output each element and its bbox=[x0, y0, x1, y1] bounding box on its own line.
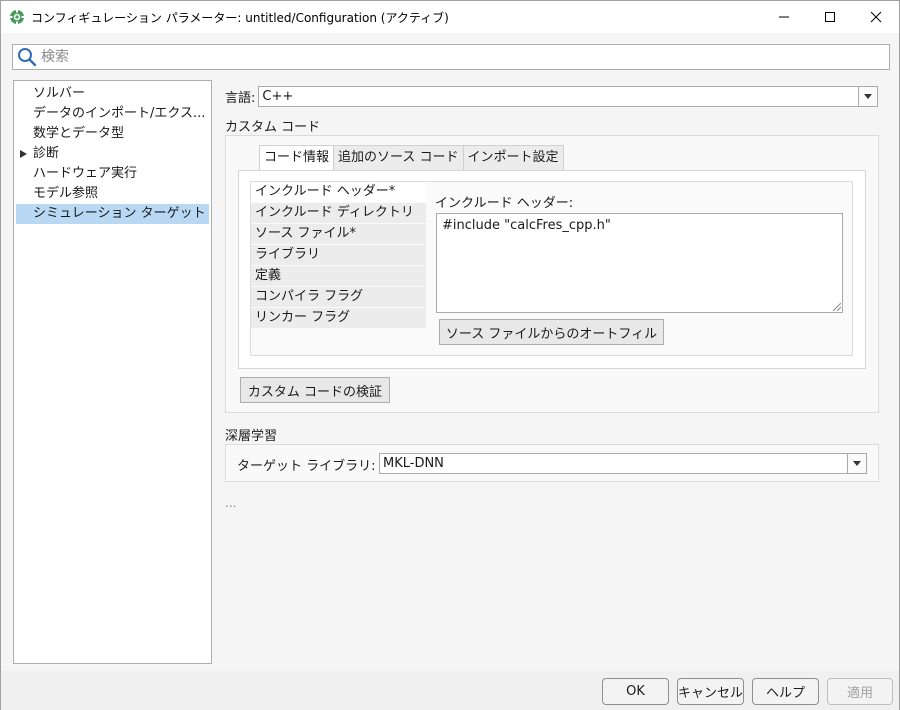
tree-item-label: ソルバー bbox=[33, 86, 86, 101]
list-item-source-files[interactable]: ソース ファイル* bbox=[251, 224, 426, 245]
window-controls bbox=[761, 1, 899, 33]
ok-button[interactable]: OK bbox=[602, 678, 669, 705]
window-title: コンフィギュレーション パラメーター: untitled/Configurati… bbox=[31, 10, 449, 25]
chevron-down-icon bbox=[853, 461, 861, 466]
close-button[interactable] bbox=[853, 1, 899, 33]
target-library-dropdown[interactable]: MKL-DNN bbox=[379, 453, 867, 474]
target-library-label: ターゲット ライブラリ: bbox=[237, 459, 376, 474]
tree-item-data-import-export[interactable]: データのインポート/エクス... bbox=[16, 104, 209, 124]
validate-custom-code-button[interactable]: カスタム コードの検証 bbox=[240, 377, 390, 403]
tab-panel: インクルード ヘッダー* インクルード ディレクトリ ソース ファイル* ライブ… bbox=[238, 170, 866, 369]
expand-arrow-icon[interactable] bbox=[20, 150, 27, 158]
chevron-down-icon bbox=[864, 93, 873, 99]
deep-learning-title: 深層学習 bbox=[225, 429, 278, 444]
maximize-icon bbox=[825, 12, 835, 22]
include-header-label: インクルード ヘッダー: bbox=[435, 196, 574, 211]
config-dialog: コンフィギュレーション パラメーター: untitled/Configurati… bbox=[0, 0, 900, 710]
tree-item-simulation-target[interactable]: シミュレーション ターゲット bbox=[16, 204, 209, 224]
include-header-textarea[interactable]: #include "calcFres_cpp.h" bbox=[436, 213, 843, 313]
maximize-button[interactable] bbox=[807, 1, 853, 33]
tree-item-label: ハードウェア実行 bbox=[33, 166, 138, 181]
language-dropdown[interactable]: C++ bbox=[258, 85, 879, 107]
code-info-list: インクルード ヘッダー* インクルード ディレクトリ ソース ファイル* ライブ… bbox=[251, 182, 426, 329]
tab-additional-source[interactable]: 追加のソース コード bbox=[333, 145, 464, 170]
tree-item-math-data-types[interactable]: 数学とデータ型 bbox=[16, 124, 209, 144]
category-tree: ソルバー データのインポート/エクス... 数学とデータ型 診断 ハードウェア実… bbox=[13, 80, 212, 664]
language-row: 言語: C++ bbox=[225, 85, 879, 107]
autofill-button[interactable]: ソース ファイルからのオートフィル bbox=[439, 319, 664, 345]
tree-item-label: 数学とデータ型 bbox=[33, 126, 125, 141]
tab-code-info[interactable]: コード情報 bbox=[259, 145, 335, 171]
minimize-button[interactable] bbox=[761, 1, 807, 33]
list-item-compiler-flags[interactable]: コンパイラ フラグ bbox=[251, 287, 426, 308]
deep-learning-group: ターゲット ライブラリ: MKL-DNN bbox=[225, 444, 879, 482]
language-label: 言語: bbox=[225, 90, 256, 106]
help-button[interactable]: ヘルプ bbox=[752, 678, 819, 705]
custom-code-tabs: コード情報 追加のソース コード インポート設定 bbox=[259, 145, 564, 171]
tree-item-model-referencing[interactable]: モデル参照 bbox=[16, 184, 209, 204]
list-item-include-dirs[interactable]: インクルード ディレクトリ bbox=[251, 203, 426, 224]
dropdown-arrow[interactable] bbox=[858, 86, 878, 106]
custom-code-title: カスタム コード bbox=[225, 120, 321, 135]
minimize-icon bbox=[779, 16, 789, 18]
tree-item-label: シミュレーション ターゲット bbox=[33, 206, 206, 221]
tree-item-diagnostics[interactable]: 診断 bbox=[16, 144, 209, 164]
title-bar[interactable]: コンフィギュレーション パラメーター: untitled/Configurati… bbox=[1, 1, 899, 33]
code-info-box: インクルード ヘッダー* インクルード ディレクトリ ソース ファイル* ライブ… bbox=[250, 181, 853, 356]
tree-item-hardware-implementation[interactable]: ハードウェア実行 bbox=[16, 164, 209, 184]
apply-button[interactable]: 適用 bbox=[827, 678, 893, 705]
target-library-value: MKL-DNN bbox=[383, 456, 444, 471]
tree-item-label: モデル参照 bbox=[33, 186, 99, 201]
app-icon bbox=[9, 9, 25, 25]
list-item-include-headers[interactable]: インクルード ヘッダー* bbox=[251, 182, 426, 203]
resize-grip-icon[interactable] bbox=[833, 303, 841, 311]
search-box bbox=[12, 44, 890, 70]
cancel-button[interactable]: キャンセル bbox=[677, 678, 744, 705]
include-header-value: #include "calcFres_cpp.h" bbox=[442, 218, 611, 233]
list-item-defines[interactable]: 定義 bbox=[251, 266, 426, 287]
tree-item-label: データのインポート/エクス... bbox=[33, 106, 206, 121]
search-input[interactable] bbox=[41, 46, 871, 68]
custom-code-group: コード情報 追加のソース コード インポート設定 インクルード ヘッダー* イン… bbox=[225, 135, 879, 413]
settings-panel: 言語: C++ カスタム コード コード情報 追加のソース コード インポート設… bbox=[225, 81, 880, 671]
close-icon bbox=[870, 11, 882, 23]
tree-item-solver[interactable]: ソルバー bbox=[16, 84, 209, 104]
list-item-libraries[interactable]: ライブラリ bbox=[251, 245, 426, 266]
dropdown-arrow[interactable] bbox=[847, 454, 866, 473]
tree-item-label: 診断 bbox=[33, 146, 60, 161]
search-icon bbox=[18, 48, 37, 67]
tab-import-settings[interactable]: インポート設定 bbox=[462, 145, 564, 170]
list-item-linker-flags[interactable]: リンカー フラグ bbox=[251, 308, 426, 329]
language-value: C++ bbox=[262, 88, 294, 104]
dialog-footer: OK キャンセル ヘルプ 適用 bbox=[1, 671, 899, 710]
more-ellipsis: ... bbox=[225, 496, 237, 510]
